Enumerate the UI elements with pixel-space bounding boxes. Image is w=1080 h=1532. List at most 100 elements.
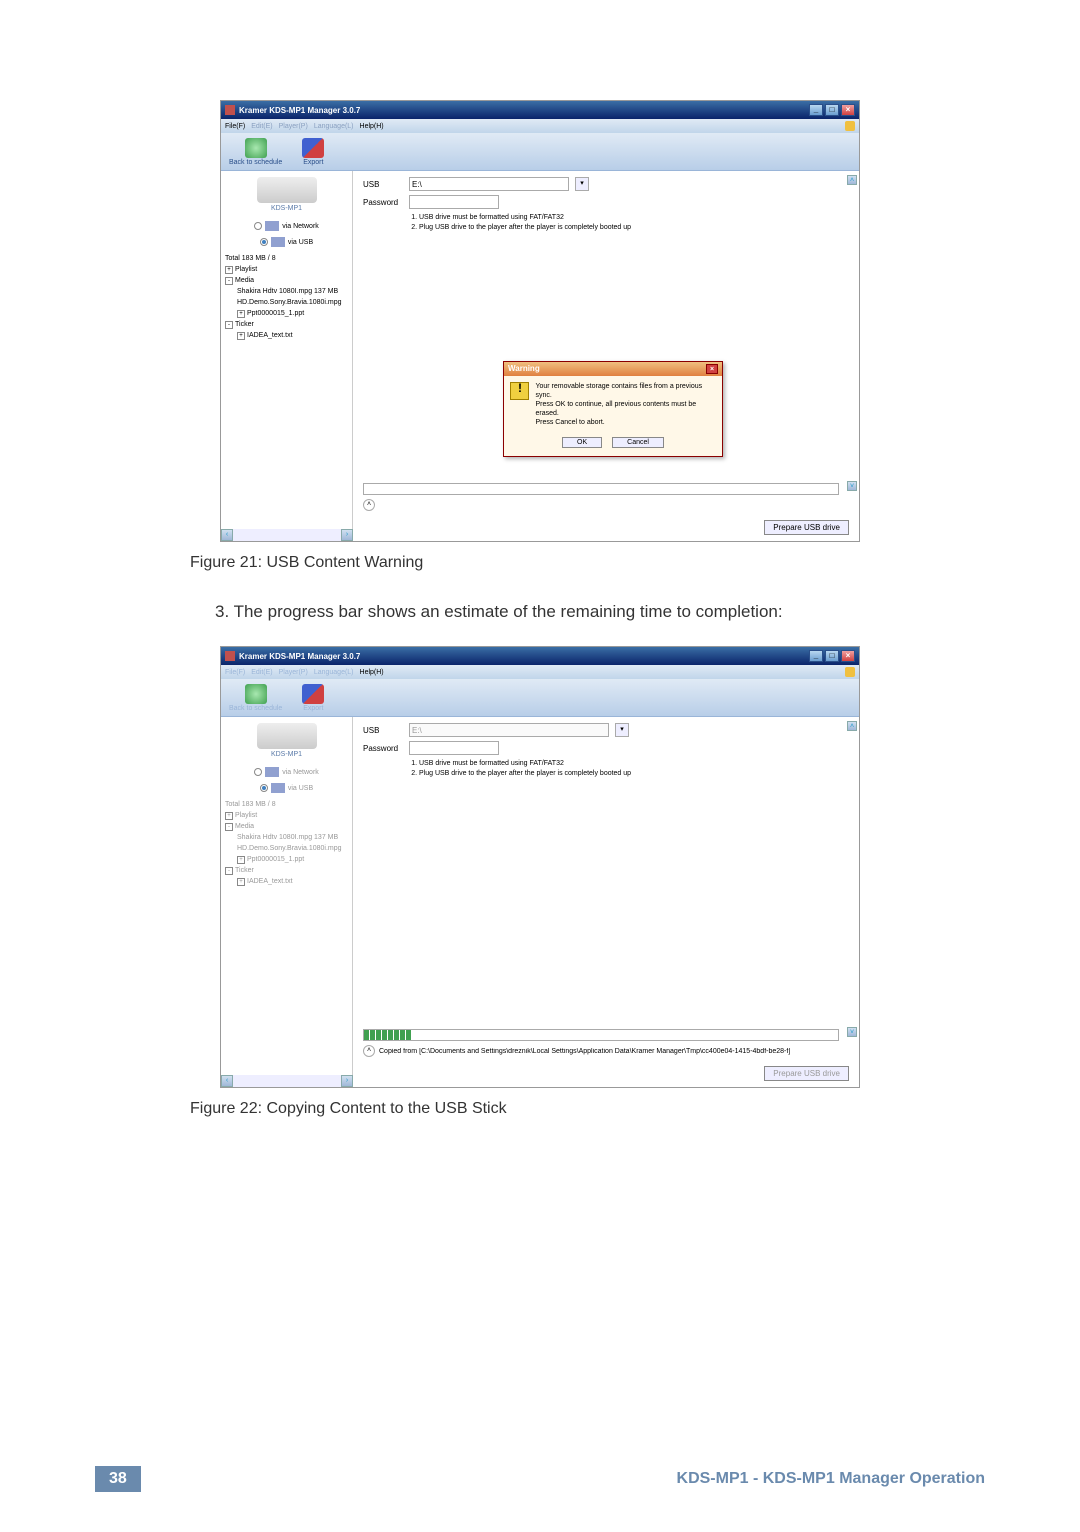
content-tree[interactable]: Total 183 MB / 8 +Playlist -Media Shakir… <box>221 250 352 344</box>
usb-notes: USB drive must be formatted using FAT/FA… <box>409 759 849 779</box>
via-usb-option[interactable]: via USB <box>221 234 352 250</box>
scroll-down-icon[interactable]: ˅ <box>847 1027 857 1037</box>
tree-media-item: Ppt0000015_1.ppt <box>247 856 304 863</box>
expand-icon: + <box>237 878 245 886</box>
via-network-option[interactable]: via Network <box>221 218 352 234</box>
password-input[interactable] <box>409 195 499 209</box>
scroll-left-icon[interactable]: ‹ <box>221 529 233 541</box>
usb-notes: USB drive must be formatted using FAT/FA… <box>409 213 849 233</box>
back-to-schedule-button: Back to schedule <box>229 684 282 712</box>
export-icon <box>302 138 324 158</box>
usb-dropdown-button: ▾ <box>615 723 629 737</box>
via-usb-label: via USB <box>288 785 313 792</box>
export-label: Export <box>303 159 323 166</box>
tree-media[interactable]: Media <box>235 277 254 284</box>
scroll-right-icon[interactable]: › <box>341 529 353 541</box>
menu-file[interactable]: File(F) <box>225 123 245 130</box>
usb-dropdown-button[interactable]: ▾ <box>575 177 589 191</box>
scroll-right-icon[interactable]: › <box>341 1075 353 1087</box>
step-3-text: 3. The progress bar shows an estimate of… <box>215 602 985 622</box>
warning-cancel-button[interactable]: Cancel <box>612 437 664 448</box>
window-titlebar: Kramer KDS-MP1 Manager 3.0.7 _ □ × <box>221 101 859 119</box>
help-icon[interactable] <box>845 667 855 677</box>
minimize-button[interactable]: _ <box>809 104 823 116</box>
window-title: Kramer KDS-MP1 Manager 3.0.7 <box>239 652 360 661</box>
menu-bar: File(F) Edit(E) Player(P) Language(L) He… <box>221 119 859 133</box>
status-expand-button[interactable]: ˄ <box>363 1045 375 1057</box>
usb-label: USB <box>363 180 403 189</box>
tree-ticker[interactable]: Ticker <box>235 321 254 328</box>
scroll-up-icon[interactable]: ˄ <box>847 175 857 185</box>
warning-text: Your removable storage contains files fr… <box>535 382 716 400</box>
footer-text: KDS-MP1 - KDS-MP1 Manager Operation <box>677 1470 985 1488</box>
minimize-button[interactable]: _ <box>809 650 823 662</box>
tree-media-item: HD.Demo.Sony.Bravia.1080i.mpg <box>225 843 348 854</box>
device-icon <box>257 723 317 749</box>
help-icon[interactable] <box>845 121 855 131</box>
expand-icon[interactable]: + <box>237 310 245 318</box>
right-panel: USB ▾ Password USB drive must be formatt… <box>353 171 859 541</box>
collapse-icon[interactable]: - <box>225 277 233 285</box>
menu-language: Language(L) <box>314 123 354 130</box>
back-icon <box>245 684 267 704</box>
progress-bar <box>363 483 839 495</box>
network-icon <box>265 221 279 231</box>
usb-path-input[interactable] <box>409 177 569 191</box>
figure-21-caption: Figure 21: USB Content Warning <box>190 554 985 572</box>
tree-media-item[interactable]: Ppt0000015_1.ppt <box>247 310 304 317</box>
warning-icon <box>510 382 529 400</box>
radio-icon <box>254 768 262 776</box>
note-2: Plug USB drive to the player after the p… <box>419 223 849 233</box>
tree-media-item[interactable]: Shakira Hdtv 1080I.mpg 137 MB <box>225 286 348 297</box>
prepare-usb-button[interactable]: Prepare USB drive <box>764 520 849 535</box>
password-label: Password <box>363 744 403 753</box>
scroll-left-icon[interactable]: ‹ <box>221 1075 233 1087</box>
page-footer: 38 KDS-MP1 - KDS-MP1 Manager Operation <box>95 1466 985 1492</box>
note-2: Plug USB drive to the player after the p… <box>419 769 849 779</box>
usb-label: USB <box>363 726 403 735</box>
via-network-label: via Network <box>282 223 319 230</box>
usb-path-input <box>409 723 609 737</box>
status-expand-button[interactable]: ˄ <box>363 499 375 511</box>
collapse-icon: - <box>225 823 233 831</box>
password-input[interactable] <box>409 741 499 755</box>
maximize-button[interactable]: □ <box>825 650 839 662</box>
toolbar: Back to schedule Export <box>221 679 859 717</box>
vertical-scrollbar[interactable]: ˄ ˅ <box>847 175 857 491</box>
maximize-button[interactable]: □ <box>825 104 839 116</box>
app-icon <box>225 105 235 115</box>
warning-ok-button[interactable]: OK <box>562 437 602 448</box>
close-button[interactable]: × <box>841 104 855 116</box>
back-icon <box>245 138 267 158</box>
network-icon <box>265 767 279 777</box>
menu-help[interactable]: Help(H) <box>360 669 384 676</box>
figure-22-caption: Figure 22: Copying Content to the USB St… <box>190 1100 985 1118</box>
tree-playlist[interactable]: Playlist <box>235 266 257 273</box>
vertical-scrollbar[interactable]: ˄ ˅ <box>847 721 857 1037</box>
warning-close-button[interactable]: × <box>706 364 718 374</box>
radio-icon <box>260 784 268 792</box>
screenshot-2: Kramer KDS-MP1 Manager 3.0.7 _ □ × File(… <box>220 646 860 1088</box>
menu-language: Language(L) <box>314 669 354 676</box>
scroll-up-icon[interactable]: ˄ <box>847 721 857 731</box>
expand-icon[interactable]: + <box>237 332 245 340</box>
scroll-down-icon[interactable]: ˅ <box>847 481 857 491</box>
collapse-icon[interactable]: - <box>225 321 233 329</box>
back-to-schedule-button[interactable]: Back to schedule <box>229 138 282 166</box>
status-text: Copied from [C:\Documents and Settings\d… <box>379 1048 839 1055</box>
export-label: Export <box>303 705 323 712</box>
tree-ticker-item: IADEA_text.txt <box>247 878 293 885</box>
usb-icon <box>271 237 285 247</box>
horizontal-scrollbar[interactable]: ‹ › <box>221 529 353 541</box>
tree-media-item[interactable]: HD.Demo.Sony.Bravia.1080i.mpg <box>225 297 348 308</box>
tree-ticker: Ticker <box>235 867 254 874</box>
tree-total: Total 183 MB / 8 <box>225 799 348 810</box>
content-tree: Total 183 MB / 8 +Playlist -Media Shakir… <box>221 796 352 890</box>
password-label: Password <box>363 198 403 207</box>
export-button[interactable]: Export <box>302 138 324 166</box>
horizontal-scrollbar[interactable]: ‹ › <box>221 1075 353 1087</box>
expand-icon[interactable]: + <box>225 266 233 274</box>
tree-ticker-item[interactable]: IADEA_text.txt <box>247 332 293 339</box>
menu-help[interactable]: Help(H) <box>360 123 384 130</box>
close-button[interactable]: × <box>841 650 855 662</box>
